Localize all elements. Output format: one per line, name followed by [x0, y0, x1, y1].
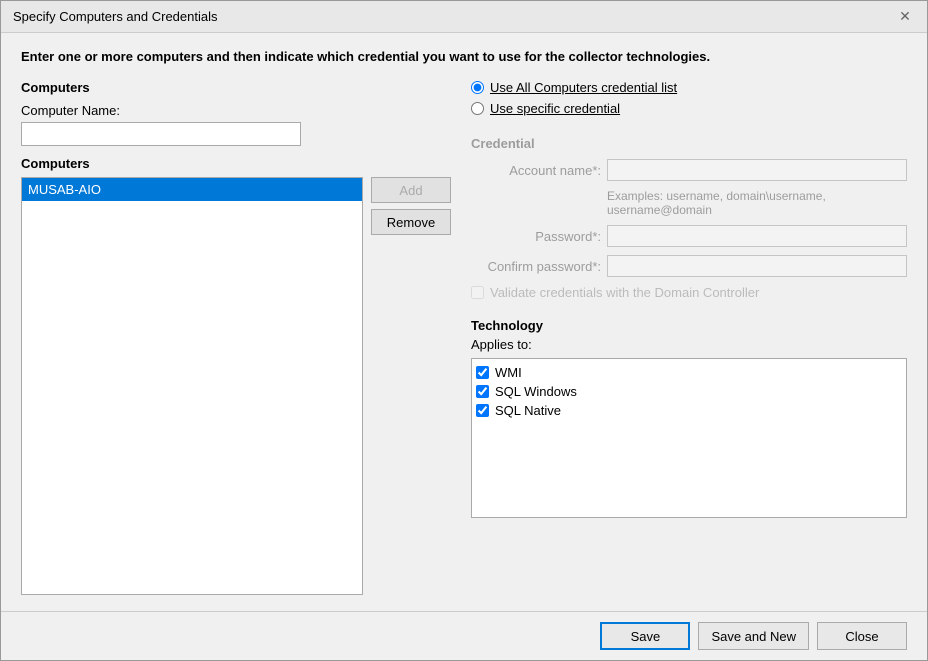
examples-text: Examples: username, domain\username, use… [607, 189, 907, 217]
title-close-button[interactable]: ✕ [895, 7, 915, 27]
list-buttons: Add Remove [371, 177, 451, 595]
wmi-label: WMI [495, 365, 522, 380]
password-input[interactable] [607, 225, 907, 247]
dialog-body: Enter one or more computers and then ind… [1, 33, 927, 611]
radio-group: Use All Computers credential list Use sp… [471, 80, 907, 122]
footer: Save Save and New Close [1, 611, 927, 660]
instruction-text: Enter one or more computers and then ind… [21, 49, 907, 64]
use-specific-row: Use specific credential [471, 101, 907, 116]
use-all-radio[interactable] [471, 81, 484, 94]
sql-native-checkbox[interactable] [476, 404, 489, 417]
title-bar: Specify Computers and Credentials ✕ [1, 1, 927, 33]
account-row: Account name*: [471, 159, 907, 181]
credential-box: Credential Account name*: Examples: user… [471, 136, 907, 300]
sql-windows-label: SQL Windows [495, 384, 577, 399]
dialog-title: Specify Computers and Credentials [13, 9, 218, 24]
computer-name-label: Computer Name: [21, 103, 451, 118]
tech-item-sql-windows: SQL Windows [476, 382, 902, 401]
close-button[interactable]: Close [817, 622, 907, 650]
remove-button[interactable]: Remove [371, 209, 451, 235]
validate-label: Validate credentials with the Domain Con… [490, 285, 759, 300]
list-item[interactable]: MUSAB-AIO [22, 178, 362, 201]
save-and-new-button[interactable]: Save and New [698, 622, 809, 650]
dialog: Specify Computers and Credentials ✕ Ente… [0, 0, 928, 661]
left-panel: Computers Computer Name: Computers MUSAB… [21, 80, 451, 595]
computers-area: MUSAB-AIO Add Remove [21, 177, 451, 595]
credential-title: Credential [471, 136, 907, 151]
account-input[interactable] [607, 159, 907, 181]
right-panel: Use All Computers credential list Use sp… [471, 80, 907, 595]
technology-list: WMI SQL Windows SQL Native [471, 358, 907, 518]
password-row: Password*: [471, 225, 907, 247]
main-content: Computers Computer Name: Computers MUSAB… [21, 80, 907, 595]
confirm-password-label: Confirm password*: [471, 259, 601, 274]
technology-title: Technology [471, 318, 907, 333]
computer-name-input[interactable] [21, 122, 301, 146]
use-specific-label: Use specific credential [490, 101, 620, 116]
confirm-password-row: Confirm password*: [471, 255, 907, 277]
password-label: Password*: [471, 229, 601, 244]
tech-item-sql-native: SQL Native [476, 401, 902, 420]
use-all-label: Use All Computers credential list [490, 80, 677, 95]
use-all-row: Use All Computers credential list [471, 80, 907, 95]
technology-box: Technology Applies to: WMI SQL Windows [471, 318, 907, 518]
validate-row: Validate credentials with the Domain Con… [471, 285, 907, 300]
computers-list-label: Computers [21, 156, 451, 171]
computers-list: MUSAB-AIO [21, 177, 363, 595]
tech-item-wmi: WMI [476, 363, 902, 382]
computers-section-title: Computers [21, 80, 451, 95]
sql-windows-checkbox[interactable] [476, 385, 489, 398]
confirm-password-input[interactable] [607, 255, 907, 277]
save-button[interactable]: Save [600, 622, 690, 650]
applies-to-label: Applies to: [471, 337, 907, 352]
validate-checkbox[interactable] [471, 286, 484, 299]
add-button[interactable]: Add [371, 177, 451, 203]
sql-native-label: SQL Native [495, 403, 561, 418]
use-specific-radio[interactable] [471, 102, 484, 115]
wmi-checkbox[interactable] [476, 366, 489, 379]
account-label: Account name*: [471, 163, 601, 178]
